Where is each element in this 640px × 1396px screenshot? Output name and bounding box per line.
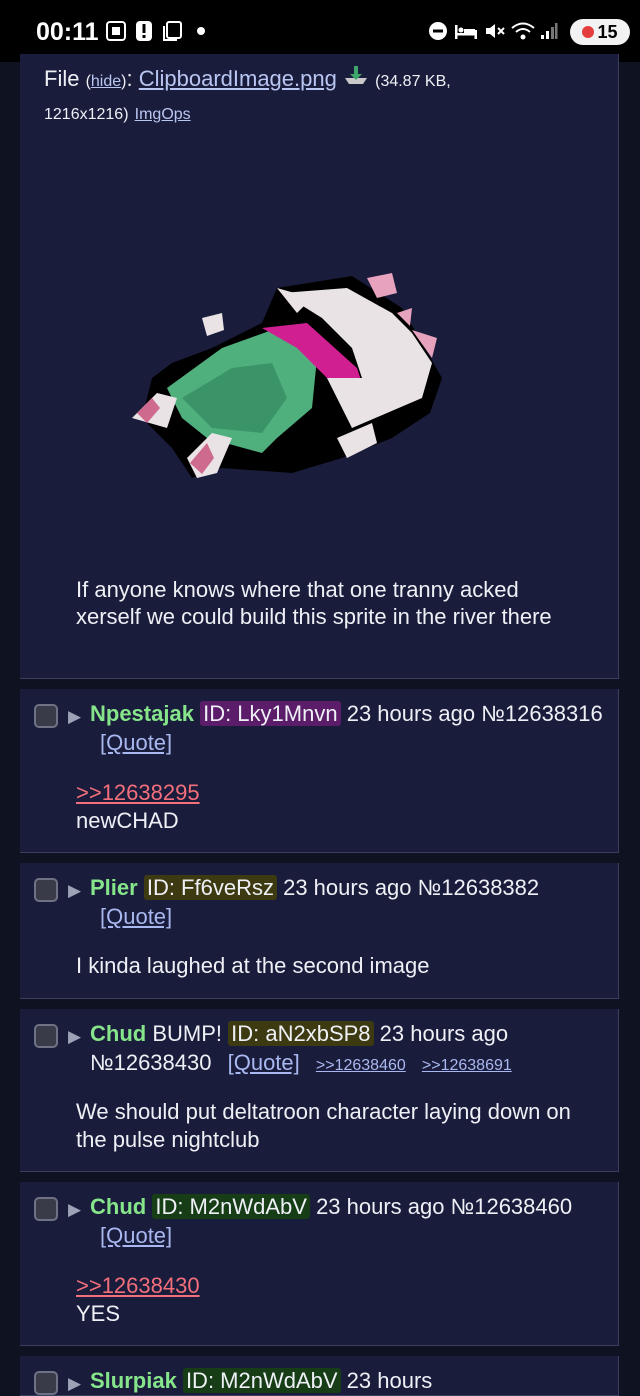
quote-link[interactable]: [Quote] bbox=[100, 1223, 172, 1248]
wifi-icon bbox=[510, 17, 536, 45]
download-icon[interactable] bbox=[343, 64, 369, 96]
post-header: Chud ID: M2nWdAbV 23 hours ago №12638460… bbox=[90, 1192, 610, 1250]
post-number[interactable]: №12638460 bbox=[451, 1194, 572, 1219]
post-text: We should put deltatroon character layin… bbox=[76, 1099, 571, 1152]
hide-link[interactable]: hide bbox=[91, 73, 121, 90]
poster-name: Plier bbox=[90, 875, 138, 900]
dot-icon bbox=[196, 17, 206, 45]
post-time: 23 hours ago bbox=[379, 1021, 509, 1046]
post-checkbox[interactable] bbox=[34, 878, 58, 902]
imgops-link[interactable]: ImgOps bbox=[135, 106, 191, 123]
dnd-icon bbox=[427, 17, 449, 45]
reply-post: ▶ Npestajak ID: Lky1Mnvn 23 hours ago №1… bbox=[20, 689, 619, 853]
post-checkbox[interactable] bbox=[34, 704, 58, 728]
expand-arrow-icon[interactable]: ▶ bbox=[68, 707, 81, 727]
bed-icon bbox=[454, 17, 478, 45]
post-text: newCHAD bbox=[76, 808, 179, 833]
op-file-info: File (hide): ClipboardImage.png (34.87 K… bbox=[44, 64, 451, 123]
post-header: Chud BUMP! ID: aN2xbSP8 23 hours ago №12… bbox=[90, 1019, 610, 1080]
alert-icon bbox=[134, 17, 154, 45]
quote-link[interactable]: [Quote] bbox=[100, 904, 172, 929]
quotelink[interactable]: >>12638430 bbox=[76, 1273, 200, 1298]
backlink[interactable]: >>12638691 bbox=[422, 1057, 512, 1074]
signal-icon bbox=[539, 17, 559, 45]
post-header: Plier ID: Ff6veRsz 23 hours ago №1263838… bbox=[90, 873, 610, 931]
file-size: (34.87 KB, bbox=[375, 73, 451, 90]
op-image[interactable] bbox=[112, 268, 452, 493]
reply-post: ▶ Slurpiak ID: M2nWdAbV 23 hours bbox=[20, 1356, 619, 1396]
post-number[interactable]: №12638430 bbox=[90, 1050, 211, 1075]
poster-name: Chud bbox=[90, 1194, 147, 1219]
quotelink[interactable]: >>12638295 bbox=[76, 780, 200, 805]
file-dims: 1216x1216) bbox=[44, 106, 129, 123]
op-comment: If anyone knows where that one tranny ac… bbox=[76, 577, 552, 629]
post-checkbox[interactable] bbox=[34, 1197, 58, 1221]
file-label: File bbox=[44, 66, 80, 91]
status-bar: 00:11 15 bbox=[0, 0, 640, 62]
post-number[interactable]: №12638382 bbox=[418, 875, 539, 900]
poster-name: Npestajak bbox=[90, 701, 194, 726]
post-subject: BUMP! bbox=[152, 1021, 223, 1046]
notification-badge: 15 bbox=[570, 19, 630, 45]
poster-id[interactable]: ID: Ff6veRsz bbox=[143, 875, 277, 900]
post-body: >>12638430 YES bbox=[76, 1272, 576, 1328]
screenshot-icon bbox=[104, 17, 128, 45]
expand-arrow-icon[interactable]: ▶ bbox=[68, 1200, 81, 1220]
expand-arrow-icon[interactable]: ▶ bbox=[68, 1027, 81, 1047]
reply-post: ▶ Plier ID: Ff6veRsz 23 hours ago №12638… bbox=[20, 863, 619, 999]
post-time: 23 hours ago bbox=[316, 1194, 445, 1219]
poster-id[interactable]: ID: Lky1Mnvn bbox=[200, 701, 341, 726]
post-checkbox[interactable] bbox=[34, 1371, 58, 1395]
poster-id[interactable]: ID: M2nWdAbV bbox=[152, 1194, 310, 1219]
status-time: 00:11 bbox=[36, 18, 99, 46]
poster-id[interactable]: ID: M2nWdAbV bbox=[182, 1368, 341, 1393]
expand-arrow-icon[interactable]: ▶ bbox=[68, 881, 81, 901]
poster-id[interactable]: ID: aN2xbSP8 bbox=[228, 1021, 374, 1046]
poster-name: Chud bbox=[90, 1021, 147, 1046]
post-text: I kinda laughed at the second image bbox=[76, 953, 430, 978]
post-number[interactable]: №12638316 bbox=[481, 701, 602, 726]
post-body: >>12638295 newCHAD bbox=[76, 779, 576, 835]
post-time: 23 hours ago bbox=[346, 701, 476, 726]
file-name-link[interactable]: ClipboardImage.png bbox=[139, 66, 337, 91]
quote-link[interactable]: [Quote] bbox=[100, 730, 172, 755]
expand-arrow-icon[interactable]: ▶ bbox=[68, 1374, 81, 1394]
reply-post: ▶ Chud BUMP! ID: aN2xbSP8 23 hours ago №… bbox=[20, 1009, 619, 1172]
reply-post: ▶ Chud ID: M2nWdAbV 23 hours ago №126384… bbox=[20, 1182, 619, 1346]
poster-name: Slurpiak bbox=[90, 1368, 177, 1393]
quote-link[interactable]: [Quote] bbox=[228, 1050, 300, 1075]
post-time: 23 hours ago bbox=[283, 875, 412, 900]
post-time: 23 hours bbox=[346, 1368, 433, 1393]
post-header: Npestajak ID: Lky1Mnvn 23 hours ago №126… bbox=[90, 699, 610, 757]
post-text: YES bbox=[76, 1301, 121, 1326]
mute-icon bbox=[483, 17, 507, 45]
post-header: Slurpiak ID: M2nWdAbV 23 hours bbox=[90, 1366, 610, 1395]
post-checkbox[interactable] bbox=[34, 1024, 58, 1048]
backlink[interactable]: >>12638460 bbox=[316, 1057, 406, 1074]
copy-icon bbox=[160, 17, 184, 45]
